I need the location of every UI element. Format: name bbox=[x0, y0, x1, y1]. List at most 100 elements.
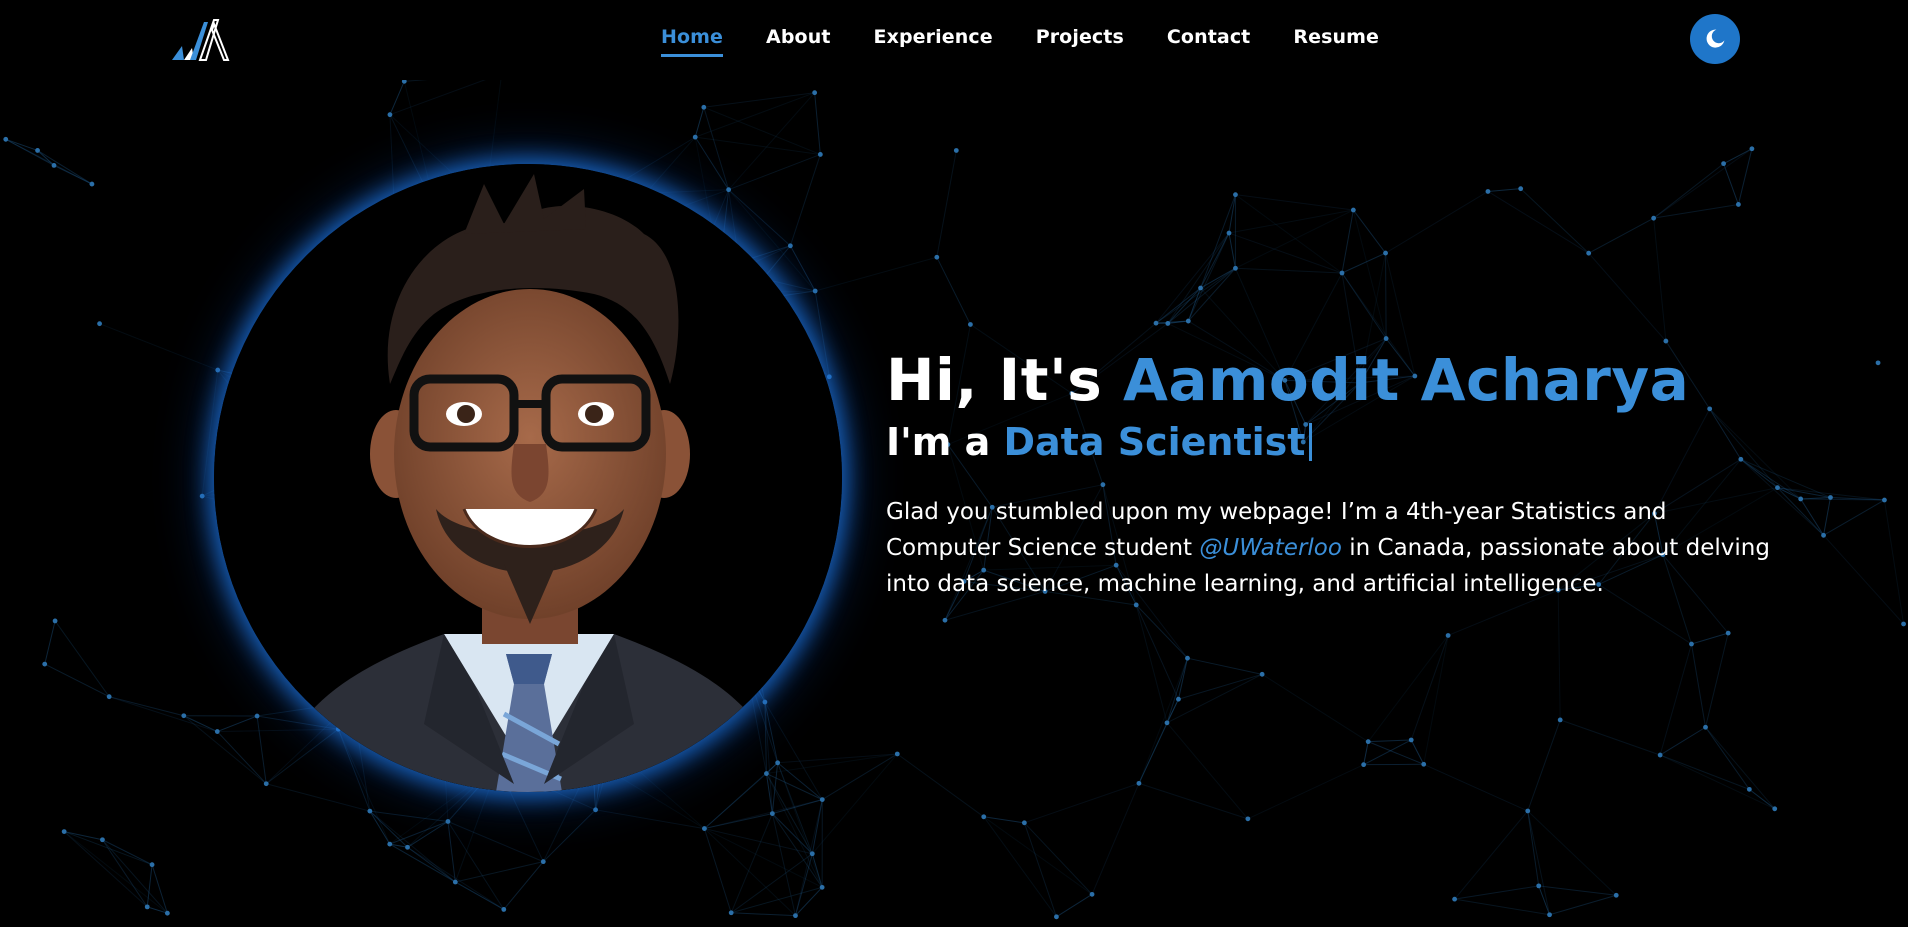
network-edge bbox=[1363, 741, 1369, 765]
network-edge bbox=[1690, 643, 1707, 728]
network-node bbox=[1485, 189, 1491, 194]
hero-section: Hi, It's Aamodit Acharya I'm a Data Scie… bbox=[886, 344, 1846, 602]
network-edge bbox=[1024, 822, 1093, 895]
network-node bbox=[692, 134, 698, 140]
nav-experience-link[interactable]: Experience bbox=[874, 26, 993, 57]
network-edge bbox=[1187, 657, 1263, 675]
network-edge bbox=[1653, 203, 1739, 219]
network-node bbox=[1536, 883, 1542, 889]
network-edge bbox=[1228, 232, 1343, 274]
network-edge bbox=[936, 256, 971, 325]
network-edge bbox=[1705, 726, 1750, 790]
network-node bbox=[61, 829, 67, 834]
profile-avatar bbox=[214, 164, 842, 792]
network-node bbox=[254, 713, 260, 719]
main-nav: Home About Experience Projects Contact R… bbox=[661, 26, 1379, 57]
network-edge bbox=[794, 799, 823, 916]
network-edge bbox=[44, 620, 56, 665]
network-edge bbox=[1341, 209, 1354, 274]
network-edge bbox=[1352, 209, 1386, 254]
network-node bbox=[387, 841, 393, 847]
network-node bbox=[1703, 724, 1708, 730]
navbar: Home About Experience Projects Contact R… bbox=[0, 0, 1908, 80]
network-edge bbox=[455, 861, 544, 883]
network-edge bbox=[822, 753, 898, 801]
network-node bbox=[52, 618, 58, 624]
network-node bbox=[1054, 914, 1059, 920]
nav-resume-link[interactable]: Resume bbox=[1293, 26, 1379, 57]
network-node bbox=[1233, 192, 1238, 198]
network-edge bbox=[1723, 148, 1753, 165]
network-edge bbox=[1705, 726, 1776, 810]
network-node bbox=[953, 148, 959, 153]
network-edge bbox=[1653, 163, 1724, 219]
network-edge bbox=[1410, 739, 1425, 765]
network-node bbox=[1547, 912, 1552, 918]
uwaterloo-link[interactable]: @UWaterloo bbox=[1199, 535, 1342, 561]
site-logo[interactable] bbox=[170, 16, 234, 62]
network-node bbox=[787, 243, 793, 249]
network-edge bbox=[1385, 191, 1489, 254]
network-node bbox=[1613, 892, 1619, 898]
network-edge bbox=[1341, 252, 1386, 274]
network-edge bbox=[1261, 673, 1369, 743]
network-node bbox=[1361, 762, 1367, 768]
network-edge bbox=[389, 821, 449, 845]
network-node bbox=[387, 112, 393, 118]
network-edge bbox=[54, 620, 110, 697]
nav-projects-link[interactable]: Projects bbox=[1036, 26, 1124, 57]
theme-toggle-button[interactable] bbox=[1690, 14, 1740, 64]
network-node bbox=[942, 617, 948, 623]
network-edge bbox=[102, 839, 168, 914]
network-node bbox=[1882, 497, 1887, 503]
network-edge bbox=[5, 138, 38, 151]
network-edge bbox=[5, 138, 55, 166]
network-edge bbox=[44, 663, 110, 698]
network-edge bbox=[389, 843, 456, 883]
network-node bbox=[1735, 202, 1741, 207]
network-node bbox=[1452, 896, 1458, 902]
network-node bbox=[35, 148, 40, 153]
network-edge bbox=[369, 810, 449, 822]
nav-contact-link[interactable]: Contact bbox=[1167, 26, 1250, 57]
network-edge bbox=[1423, 763, 1528, 812]
network-node bbox=[726, 187, 732, 193]
network-edge bbox=[1423, 635, 1449, 765]
network-node bbox=[1901, 621, 1906, 627]
network-node bbox=[1746, 786, 1752, 792]
network-edge bbox=[1166, 722, 1249, 820]
network-node bbox=[215, 367, 221, 373]
network-edge bbox=[1385, 253, 1387, 339]
network-edge bbox=[37, 150, 93, 185]
role-typed-text: Data Scientist bbox=[1003, 420, 1306, 464]
greeting-text: Hi, It's bbox=[886, 346, 1123, 414]
network-edge bbox=[1520, 188, 1590, 254]
network-edge bbox=[1723, 163, 1739, 205]
network-edge bbox=[983, 816, 1093, 895]
network-edge bbox=[183, 715, 267, 785]
network-edge bbox=[447, 821, 505, 910]
network-edge bbox=[266, 783, 370, 812]
network-edge bbox=[63, 831, 168, 914]
network-edge bbox=[1659, 754, 1775, 810]
hero-role: I'm a Data Scientist bbox=[886, 418, 1846, 466]
network-node bbox=[1259, 671, 1265, 677]
network-edge bbox=[1588, 252, 1667, 342]
network-edge bbox=[1557, 590, 1561, 720]
network-edge bbox=[1454, 885, 1539, 900]
network-edge bbox=[728, 189, 791, 247]
network-node bbox=[97, 321, 102, 327]
network-edge bbox=[407, 846, 505, 910]
nav-about-link[interactable]: About bbox=[766, 26, 830, 57]
network-edge bbox=[1538, 885, 1617, 896]
network-node bbox=[42, 661, 48, 667]
network-node bbox=[1445, 633, 1451, 638]
network-edge bbox=[1410, 635, 1449, 741]
network-edge bbox=[1235, 209, 1354, 269]
nav-home-link[interactable]: Home bbox=[661, 26, 724, 57]
network-node bbox=[894, 751, 900, 757]
network-node bbox=[452, 879, 458, 885]
network-node bbox=[100, 837, 105, 843]
network-edge bbox=[983, 816, 1025, 824]
network-edge bbox=[1166, 658, 1188, 724]
